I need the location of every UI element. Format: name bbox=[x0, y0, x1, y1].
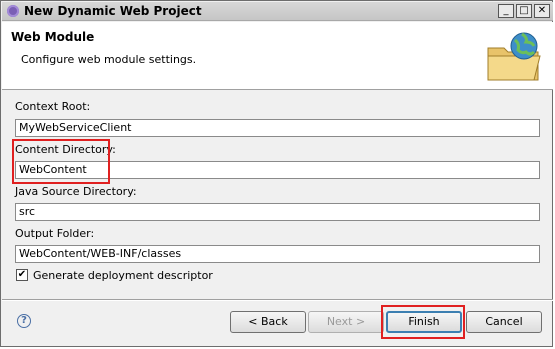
back-button[interactable]: < Back bbox=[230, 311, 306, 333]
output-folder-label: Output Folder: bbox=[15, 227, 95, 240]
generate-descriptor-checkbox[interactable]: ✔ bbox=[16, 269, 28, 281]
maximize-button[interactable]: □ bbox=[516, 4, 532, 18]
page-title: Web Module bbox=[11, 30, 95, 44]
close-button[interactable]: ✕ bbox=[534, 4, 550, 18]
generate-descriptor-label: Generate deployment descriptor bbox=[33, 269, 213, 282]
context-root-input[interactable]: MyWebServiceClient bbox=[15, 119, 540, 137]
folder-globe-icon bbox=[487, 32, 541, 81]
context-root-label: Context Root: bbox=[15, 100, 91, 113]
window-title: New Dynamic Web Project bbox=[24, 4, 202, 18]
java-source-directory-input[interactable]: src bbox=[15, 203, 540, 221]
wizard-banner: Web Module Configure web module settings… bbox=[2, 22, 553, 90]
title-bar[interactable]: New Dynamic Web Project _ □ ✕ bbox=[2, 2, 553, 21]
cancel-button[interactable]: Cancel bbox=[466, 311, 542, 333]
button-bar-separator bbox=[2, 299, 553, 301]
eclipse-icon bbox=[7, 5, 19, 17]
help-icon[interactable]: ? bbox=[17, 314, 31, 328]
content-directory-highlight bbox=[12, 139, 110, 184]
java-source-directory-label: Java Source Directory: bbox=[15, 185, 137, 198]
minimize-button[interactable]: _ bbox=[498, 4, 514, 18]
next-button[interactable]: Next > bbox=[308, 311, 384, 333]
finish-highlight bbox=[381, 305, 465, 339]
dialog-window: New Dynamic Web Project _ □ ✕ Web Module… bbox=[0, 0, 553, 347]
output-folder-input[interactable]: WebContent/WEB-INF/classes bbox=[15, 245, 540, 263]
page-description: Configure web module settings. bbox=[21, 53, 197, 66]
